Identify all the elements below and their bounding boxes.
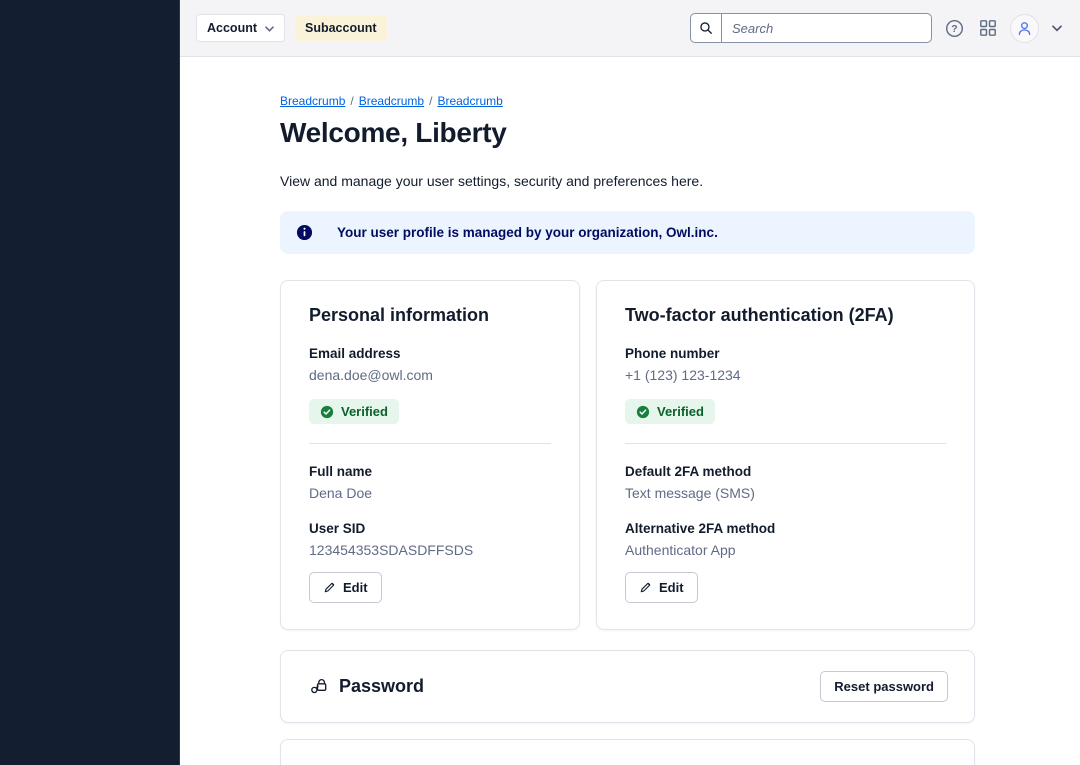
page-subtitle: View and manage your user settings, secu… — [280, 173, 975, 189]
reset-password-label: Reset password — [834, 679, 934, 694]
edit-button-label: Edit — [659, 580, 684, 595]
password-card-header: Password — [309, 676, 424, 697]
breadcrumb-link-3[interactable]: Breadcrumb — [437, 94, 502, 108]
phone-value: +1 (123) 123-1234 — [625, 367, 946, 383]
subaccount-badge: Subaccount — [295, 15, 387, 41]
breadcrumb-separator: / — [350, 94, 353, 108]
personal-card-title: Personal information — [309, 305, 551, 326]
email-field-group: Email address dena.doe@owl.com — [309, 346, 551, 383]
alternative-2fa-value: Authenticator App — [625, 542, 946, 558]
default-2fa-value: Text message (SMS) — [625, 485, 946, 501]
breadcrumb-link-2[interactable]: Breadcrumb — [359, 94, 424, 108]
alternative-2fa-field-group: Alternative 2FA method Authenticator App — [625, 521, 946, 558]
fullname-label: Full name — [309, 464, 551, 479]
info-banner: Your user profile is managed by your org… — [280, 211, 975, 254]
breadcrumb: Breadcrumb / Breadcrumb / Breadcrumb — [280, 94, 975, 108]
twofa-card-title: Two-factor authentication (2FA) — [625, 305, 946, 326]
card-divider — [309, 443, 551, 444]
help-button[interactable]: ? — [943, 17, 966, 40]
user-sid-value: 123454353SDASDFFSDS — [309, 542, 551, 558]
verified-badge-label: Verified — [341, 404, 388, 419]
password-card-title: Password — [339, 676, 424, 697]
key-lock-icon — [309, 676, 330, 697]
main-area: Account Subaccount ? — [180, 0, 1080, 765]
svg-text:?: ? — [951, 24, 957, 35]
page-title: Welcome, Liberty — [280, 117, 975, 149]
check-circle-icon — [636, 405, 650, 419]
search-box[interactable] — [690, 13, 932, 43]
breadcrumb-link-1[interactable]: Breadcrumb — [280, 94, 345, 108]
support-card: Need support? — [280, 739, 975, 765]
apps-menu-button[interactable] — [977, 17, 999, 39]
banner-message: Your user profile is managed by your org… — [337, 225, 718, 240]
info-icon — [296, 224, 313, 241]
person-icon — [1016, 20, 1033, 37]
edit-button-label: Edit — [343, 580, 368, 595]
alternative-2fa-label: Alternative 2FA method — [625, 521, 946, 536]
user-sid-field-group: User SID 123454353SDASDFFSDS — [309, 521, 551, 558]
verified-badge-label: Verified — [657, 404, 704, 419]
search-icon — [691, 14, 722, 42]
personal-information-card: Personal information Email address dena.… — [280, 280, 580, 630]
breadcrumb-separator: / — [429, 94, 432, 108]
help-icon: ? — [945, 19, 964, 38]
default-2fa-label: Default 2FA method — [625, 464, 946, 479]
default-2fa-field-group: Default 2FA method Text message (SMS) — [625, 464, 946, 501]
cards-row: Personal information Email address dena.… — [280, 280, 975, 630]
edit-personal-info-button[interactable]: Edit — [309, 572, 382, 603]
phone-verified-badge: Verified — [625, 399, 715, 424]
user-avatar-button[interactable] — [1010, 14, 1039, 43]
fullname-field-group: Full name Dena Doe — [309, 464, 551, 501]
twofa-card: Two-factor authentication (2FA) Phone nu… — [596, 280, 975, 630]
user-menu-chevron[interactable] — [1050, 23, 1064, 34]
content-area: Breadcrumb / Breadcrumb / Breadcrumb Welcome… — [180, 57, 1080, 765]
account-switcher-button[interactable]: Account — [196, 14, 285, 42]
email-label: Email address — [309, 346, 551, 361]
password-card: Password Reset password — [280, 650, 975, 723]
search-input[interactable] — [722, 14, 931, 42]
reset-password-button[interactable]: Reset password — [820, 671, 948, 702]
chevron-down-icon — [265, 21, 274, 35]
sidebar-nav — [0, 0, 180, 765]
pencil-icon — [323, 581, 336, 594]
email-verified-badge: Verified — [309, 399, 399, 424]
phone-label: Phone number — [625, 346, 946, 361]
edit-2fa-button[interactable]: Edit — [625, 572, 698, 603]
account-switcher-label: Account — [207, 21, 257, 35]
phone-field-group: Phone number +1 (123) 123-1234 — [625, 346, 946, 383]
check-circle-icon — [320, 405, 334, 419]
email-value: dena.doe@owl.com — [309, 367, 551, 383]
grid-icon — [979, 19, 997, 37]
user-sid-label: User SID — [309, 521, 551, 536]
pencil-icon — [639, 581, 652, 594]
chevron-down-icon — [1052, 25, 1062, 32]
fullname-value: Dena Doe — [309, 485, 551, 501]
topbar-right-group: ? — [690, 13, 1064, 43]
app-window: Account Subaccount ? — [0, 0, 1080, 765]
topbar: Account Subaccount ? — [180, 0, 1080, 57]
card-divider — [625, 443, 946, 444]
